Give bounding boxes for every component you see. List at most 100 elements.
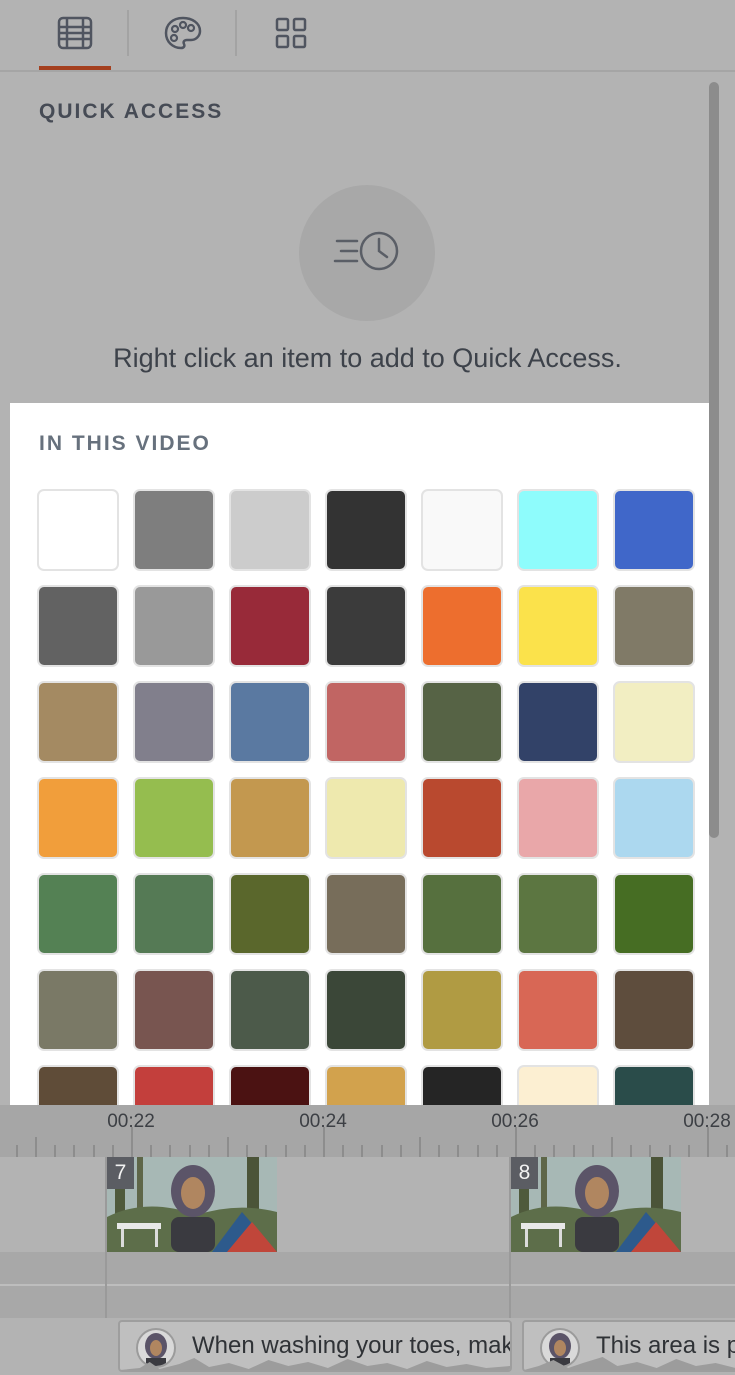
color-swatch[interactable] bbox=[421, 681, 503, 763]
ruler-tick bbox=[169, 1145, 171, 1157]
ruler-tick bbox=[54, 1145, 56, 1157]
color-swatch[interactable] bbox=[325, 585, 407, 667]
color-swatch[interactable] bbox=[613, 873, 695, 955]
color-swatch[interactable] bbox=[37, 585, 119, 667]
color-swatch[interactable] bbox=[133, 1065, 215, 1105]
color-swatch[interactable] bbox=[133, 585, 215, 667]
color-swatch[interactable] bbox=[517, 681, 599, 763]
tab-palette[interactable] bbox=[147, 0, 219, 70]
color-swatch[interactable] bbox=[325, 681, 407, 763]
ruler-tick bbox=[285, 1145, 287, 1157]
ruler-tick bbox=[630, 1145, 632, 1157]
color-swatch[interactable] bbox=[421, 585, 503, 667]
color-swatch[interactable] bbox=[37, 681, 119, 763]
ruler-tick bbox=[16, 1145, 18, 1157]
color-swatch[interactable] bbox=[517, 1065, 599, 1105]
color-swatch[interactable] bbox=[229, 873, 311, 955]
quick-access-title: QUICK ACCESS bbox=[39, 100, 224, 123]
color-swatch[interactable] bbox=[133, 969, 215, 1051]
caption-clip[interactable]: When washing your toes, make bbox=[118, 1320, 512, 1372]
ruler-tick bbox=[553, 1145, 555, 1157]
ruler-tick bbox=[35, 1137, 37, 1157]
color-swatch[interactable] bbox=[517, 777, 599, 859]
ruler-tick bbox=[381, 1145, 383, 1157]
palette-icon bbox=[163, 15, 203, 56]
color-swatch[interactable] bbox=[37, 969, 119, 1051]
color-swatch[interactable] bbox=[37, 1065, 119, 1105]
color-swatch[interactable] bbox=[613, 585, 695, 667]
color-swatch[interactable] bbox=[517, 969, 599, 1051]
ruler-tick bbox=[400, 1145, 402, 1157]
timeline-ruler[interactable]: 00:22 00:24 00:26 00:28 bbox=[0, 1105, 735, 1157]
ruler-tick bbox=[688, 1145, 690, 1157]
color-swatch[interactable] bbox=[325, 489, 407, 571]
ruler-tick bbox=[93, 1145, 95, 1157]
in-this-video-title: IN THIS VIDEO bbox=[39, 432, 211, 455]
color-swatch[interactable] bbox=[133, 681, 215, 763]
color-swatch[interactable] bbox=[421, 777, 503, 859]
color-swatch[interactable] bbox=[325, 969, 407, 1051]
color-swatch[interactable] bbox=[613, 777, 695, 859]
color-swatch[interactable] bbox=[37, 873, 119, 955]
color-swatch[interactable] bbox=[133, 777, 215, 859]
audio-waveform bbox=[524, 1357, 735, 1370]
tab-divider bbox=[235, 10, 237, 56]
ruler-tick bbox=[496, 1145, 498, 1157]
color-swatch[interactable] bbox=[517, 489, 599, 571]
color-swatch[interactable] bbox=[613, 489, 695, 571]
color-swatch[interactable] bbox=[133, 489, 215, 571]
color-swatch[interactable] bbox=[37, 777, 119, 859]
ruler-tick bbox=[649, 1145, 651, 1157]
tab-grid[interactable] bbox=[255, 0, 327, 70]
ruler-tick bbox=[342, 1145, 344, 1157]
tab-scenes[interactable] bbox=[39, 0, 111, 70]
ruler-tick bbox=[73, 1145, 75, 1157]
scene-thumbnail[interactable]: 8 bbox=[511, 1157, 681, 1252]
audio-waveform bbox=[120, 1358, 510, 1370]
color-swatch[interactable] bbox=[517, 585, 599, 667]
ruler-tick bbox=[592, 1145, 594, 1157]
ruler-tick bbox=[304, 1145, 306, 1157]
quick-access-hint: Right click an item to add to Quick Acce… bbox=[113, 343, 622, 373]
color-swatch[interactable] bbox=[613, 681, 695, 763]
color-swatch[interactable] bbox=[325, 873, 407, 955]
color-swatch[interactable] bbox=[613, 1065, 695, 1105]
panel-scrollbar[interactable] bbox=[709, 82, 719, 838]
color-swatch[interactable] bbox=[421, 489, 503, 571]
tab-divider bbox=[127, 10, 129, 56]
color-swatch[interactable] bbox=[133, 873, 215, 955]
ruler-tick bbox=[438, 1145, 440, 1157]
color-swatch[interactable] bbox=[325, 777, 407, 859]
track-divider bbox=[0, 1284, 735, 1286]
ruler-tick bbox=[361, 1145, 363, 1157]
in-this-video-panel: IN THIS VIDEO bbox=[10, 403, 709, 1105]
ruler-tick bbox=[189, 1145, 191, 1157]
ruler-tick bbox=[208, 1145, 210, 1157]
scene-thumbnail[interactable]: 7 bbox=[107, 1157, 277, 1252]
color-swatch[interactable] bbox=[421, 1065, 503, 1105]
color-swatch[interactable] bbox=[613, 969, 695, 1051]
color-swatch[interactable] bbox=[421, 873, 503, 955]
color-swatch[interactable] bbox=[325, 1065, 407, 1105]
scene-number: 8 bbox=[511, 1157, 538, 1189]
color-swatch[interactable] bbox=[229, 777, 311, 859]
color-swatch[interactable] bbox=[229, 489, 311, 571]
ruler-tick bbox=[534, 1145, 536, 1157]
ruler-tick bbox=[150, 1145, 152, 1157]
ruler-tick bbox=[457, 1145, 459, 1157]
ruler-tick bbox=[419, 1137, 421, 1157]
color-swatch[interactable] bbox=[421, 969, 503, 1051]
ruler-tick bbox=[611, 1137, 613, 1157]
ruler-tick bbox=[227, 1137, 229, 1157]
recent-history-icon bbox=[331, 227, 403, 280]
caption-clip[interactable]: This area is pr bbox=[522, 1320, 735, 1372]
color-swatch[interactable] bbox=[229, 1065, 311, 1105]
film-grid-icon bbox=[57, 16, 93, 55]
color-swatch[interactable] bbox=[229, 969, 311, 1051]
color-swatch[interactable] bbox=[229, 681, 311, 763]
color-swatch[interactable] bbox=[37, 489, 119, 571]
ruler-tick bbox=[477, 1145, 479, 1157]
color-swatch[interactable] bbox=[229, 585, 311, 667]
app-window: QUICK ACCESS Right click an item to add … bbox=[0, 0, 735, 1375]
color-swatch[interactable] bbox=[517, 873, 599, 955]
